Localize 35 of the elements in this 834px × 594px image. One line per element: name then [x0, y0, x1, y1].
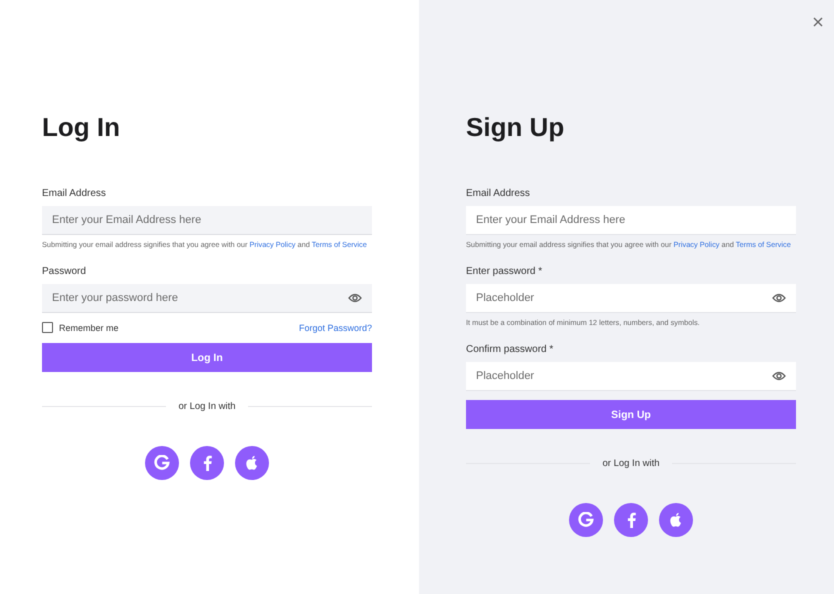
close-icon[interactable] — [813, 17, 823, 27]
forgot-password-link[interactable]: Forgot Password? — [298, 322, 372, 332]
field-label: Email Address — [466, 188, 530, 199]
social-login-button[interactable] — [614, 503, 648, 537]
facebook-icon — [202, 455, 212, 471]
form-title: Sign Up — [466, 111, 566, 144]
social-login-button[interactable] — [569, 503, 603, 537]
social-login-button[interactable] — [145, 446, 179, 480]
google-icon — [154, 455, 170, 471]
google-icon — [578, 512, 594, 528]
field-label: Confirm password * — [466, 344, 554, 355]
apple-icon — [669, 512, 683, 528]
social-login-button[interactable] — [659, 503, 693, 537]
form-title: Log In — [42, 111, 121, 144]
password-field[interactable]: Placeholder — [466, 362, 796, 391]
email-field[interactable]: Enter your Email Address here — [466, 206, 796, 235]
checkbox[interactable] — [42, 322, 53, 333]
facebook-icon — [626, 512, 636, 528]
field-label: Enter password * — [466, 266, 542, 277]
divider-text: or Log In with — [602, 458, 660, 469]
social-login-button[interactable] — [190, 446, 224, 480]
submit-button[interactable]: Log In — [42, 343, 372, 372]
divider-text: or Log In with — [178, 401, 236, 412]
email-field[interactable]: Enter your Email Address here — [42, 206, 372, 235]
eye-icon[interactable] — [348, 293, 362, 303]
eye-icon[interactable] — [772, 371, 786, 381]
eye-icon[interactable] — [772, 293, 786, 303]
social-login-button[interactable] — [235, 446, 269, 480]
password-field[interactable]: Enter your password here — [42, 284, 372, 313]
field-label: Password — [42, 266, 86, 277]
remember-label: Remember me — [59, 322, 119, 332]
field-label: Email Address — [42, 188, 106, 199]
password-field[interactable]: Placeholder — [466, 284, 796, 313]
apple-icon — [245, 455, 259, 471]
submit-button[interactable]: Sign Up — [466, 400, 796, 429]
